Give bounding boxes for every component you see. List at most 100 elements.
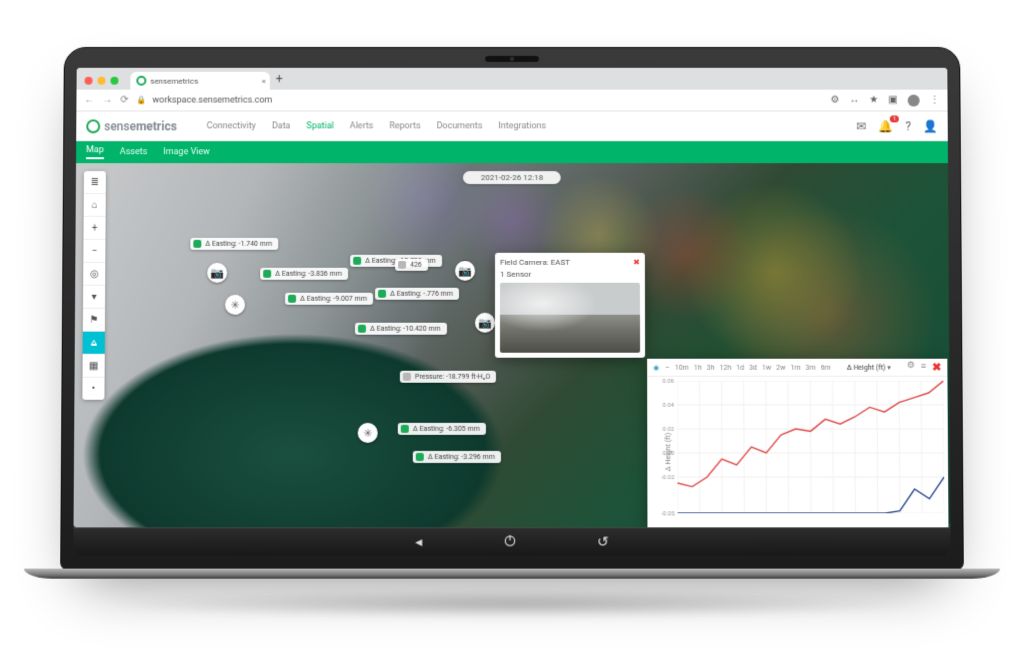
- status-swatch: [263, 270, 271, 278]
- chart-range-option[interactable]: 3m: [806, 363, 816, 371]
- sensor-label-text: Pressure: -18.799 ft-H₂O: [415, 373, 490, 381]
- extension-icon[interactable]: ★: [869, 95, 878, 106]
- chart-range-option[interactable]: 1h: [694, 363, 702, 371]
- chart-y-tick: 0.02: [663, 425, 678, 432]
- sensor-label-pill[interactable]: Δ Easting: -3.296 mm: [413, 451, 501, 463]
- reload-icon[interactable]: ⟳: [120, 95, 128, 106]
- forward-icon[interactable]: →: [102, 95, 112, 106]
- chart-range-option[interactable]: 3h: [707, 363, 715, 371]
- flag-icon[interactable]: ⚑: [83, 309, 105, 332]
- filter-icon[interactable]: ▾: [83, 286, 105, 309]
- map-viewport[interactable]: ≣⌂+−◎▾⚑⩠▦• 2021-02-26 12:18 Δ Easting: -…: [74, 163, 951, 527]
- status-swatch: [358, 325, 366, 333]
- target-icon[interactable]: ◎: [83, 263, 105, 286]
- brand-icon: [86, 119, 100, 133]
- notifications-icon[interactable]: 🔔1: [878, 119, 893, 133]
- main-nav-item[interactable]: Spatial: [306, 121, 333, 131]
- chart-close-icon[interactable]: ✖: [932, 361, 941, 374]
- user-menu-icon[interactable]: 👤: [923, 119, 938, 133]
- status-swatch: [378, 290, 386, 298]
- power-hardware-button[interactable]: [503, 533, 517, 551]
- sensor-label-pill[interactable]: Δ Easting: -9.007 mm: [285, 293, 373, 305]
- laptop-shadow: [102, 590, 922, 618]
- minimize-window-icon[interactable]: [97, 77, 105, 85]
- help-icon[interactable]: ?: [905, 119, 911, 133]
- camera-marker-icon[interactable]: 📷: [475, 313, 495, 333]
- new-tab-button[interactable]: +: [270, 72, 289, 90]
- close-window-icon[interactable]: [85, 77, 93, 85]
- extension-icon[interactable]: ▣: [888, 95, 897, 106]
- extension-icon[interactable]: ↔: [849, 95, 859, 106]
- chart-range-option[interactable]: 10m: [675, 363, 689, 371]
- dot-icon[interactable]: •: [82, 378, 104, 400]
- home-icon[interactable]: ⌂: [84, 194, 106, 217]
- chart-plot-area[interactable]: 0.060.040.020.00-0.02-0.05: [677, 381, 944, 513]
- status-swatch: [193, 240, 201, 248]
- back-icon[interactable]: ←: [84, 95, 94, 106]
- main-nav-item[interactable]: Integrations: [498, 121, 546, 131]
- brand-logo[interactable]: sensemetrics: [86, 119, 177, 133]
- chart-y-tick: 0.04: [663, 401, 678, 408]
- chart-range-option[interactable]: 2w: [776, 363, 785, 371]
- main-nav-item[interactable]: Documents: [437, 121, 483, 131]
- extension-icon[interactable]: ⚙: [831, 95, 840, 106]
- main-nav-item[interactable]: Reports: [389, 121, 420, 131]
- camera-popup: Field Camera: EAST ✖ 1 Sensor: [495, 253, 645, 358]
- chart-settings-icon[interactable]: ⚙: [907, 361, 915, 374]
- chart-icon[interactable]: ⩠: [83, 332, 105, 355]
- gear-marker-icon[interactable]: ✳: [225, 295, 245, 315]
- sensor-label-pill[interactable]: Pressure: -18.799 ft-H₂O: [400, 371, 496, 383]
- chart-range-option[interactable]: 12h: [719, 363, 731, 371]
- laptop-mockup: sensemetrics × + ← → ⟳ 🔒 workspace.sense…: [60, 47, 964, 579]
- chart-range-option[interactable]: 1m: [790, 363, 800, 371]
- chart-y-tick: 0.06: [662, 377, 677, 384]
- chart-live-icon[interactable]: ◉: [653, 363, 659, 371]
- sensor-label-pill[interactable]: Δ Easting: -10.420 mm: [355, 323, 447, 335]
- chart-range-option[interactable]: –: [665, 363, 670, 371]
- camera-popup-close-icon[interactable]: ✖: [633, 258, 640, 267]
- camera-marker-icon[interactable]: 📷: [207, 263, 227, 283]
- main-nav-item[interactable]: Data: [272, 121, 291, 131]
- main-nav-item[interactable]: Connectivity: [207, 121, 256, 131]
- sensor-label-pill[interactable]: Δ Easting: -3.836 mm: [260, 268, 348, 280]
- gear-marker-icon[interactable]: ✳: [358, 423, 378, 443]
- mail-icon[interactable]: ✉: [856, 119, 866, 133]
- sensor-label-text: 426: [410, 261, 422, 269]
- status-swatch: [353, 257, 361, 265]
- chart-title[interactable]: Δ Height (ft) ▾: [847, 363, 891, 371]
- chart-menu-icon[interactable]: ≡: [921, 361, 926, 374]
- chart-range-option[interactable]: 3d: [749, 363, 757, 371]
- back-hardware-button[interactable]: ◂: [415, 534, 422, 550]
- chart-range-option[interactable]: 1d: [736, 363, 744, 371]
- tab-title: sensemetrics: [150, 76, 198, 85]
- menu-icon[interactable]: ⋮: [930, 95, 940, 106]
- camera-marker-icon[interactable]: 📷: [455, 261, 475, 281]
- timestamp-pill[interactable]: 2021-02-26 12:18: [463, 171, 561, 184]
- camera-popup-subtitle: 1 Sensor: [500, 270, 640, 279]
- sensor-label-text: Δ Easting: -6.305 mm: [413, 425, 480, 433]
- sub-nav-item[interactable]: Assets: [120, 147, 148, 157]
- camera-thumbnail[interactable]: [500, 283, 640, 353]
- chart-range-bar: –10m 1h 3h 12h 1d 3d 1w 2w 1m 3m 6m: [665, 363, 831, 371]
- browser-tab[interactable]: sensemetrics ×: [130, 72, 270, 90]
- zoom-in-icon[interactable]: +: [83, 217, 105, 240]
- profile-avatar[interactable]: [908, 94, 920, 106]
- sensor-label-pill[interactable]: Δ Easting: -6.305 mm: [398, 423, 486, 435]
- sensor-label-pill[interactable]: Δ Easting: -1.740 mm: [190, 238, 278, 250]
- maximize-window-icon[interactable]: [110, 77, 118, 85]
- sensor-label-pill[interactable]: 426: [395, 259, 428, 271]
- chart-range-option[interactable]: 6m: [821, 363, 831, 371]
- sensor-label-pill[interactable]: Δ Easting: -.776 mm: [375, 288, 459, 300]
- recent-hardware-button[interactable]: ↺: [597, 534, 609, 550]
- zoom-out-icon[interactable]: −: [83, 240, 105, 263]
- sub-nav-item[interactable]: Map: [86, 145, 104, 159]
- tab-close-icon[interactable]: ×: [262, 76, 266, 85]
- sub-nav-item[interactable]: Image View: [163, 147, 210, 157]
- app-header: sensemetrics Connectivity Data Spatial Aler…: [76, 111, 948, 141]
- main-nav-item[interactable]: Alerts: [350, 121, 374, 131]
- sensor-label-text: Δ Easting: -10.420 mm: [370, 325, 441, 333]
- grid-icon[interactable]: ▦: [83, 355, 105, 378]
- layers-icon[interactable]: ≣: [84, 171, 106, 194]
- chart-range-option[interactable]: 1w: [762, 363, 771, 371]
- url-field[interactable]: 🔒 workspace.sensemetrics.com: [137, 95, 823, 105]
